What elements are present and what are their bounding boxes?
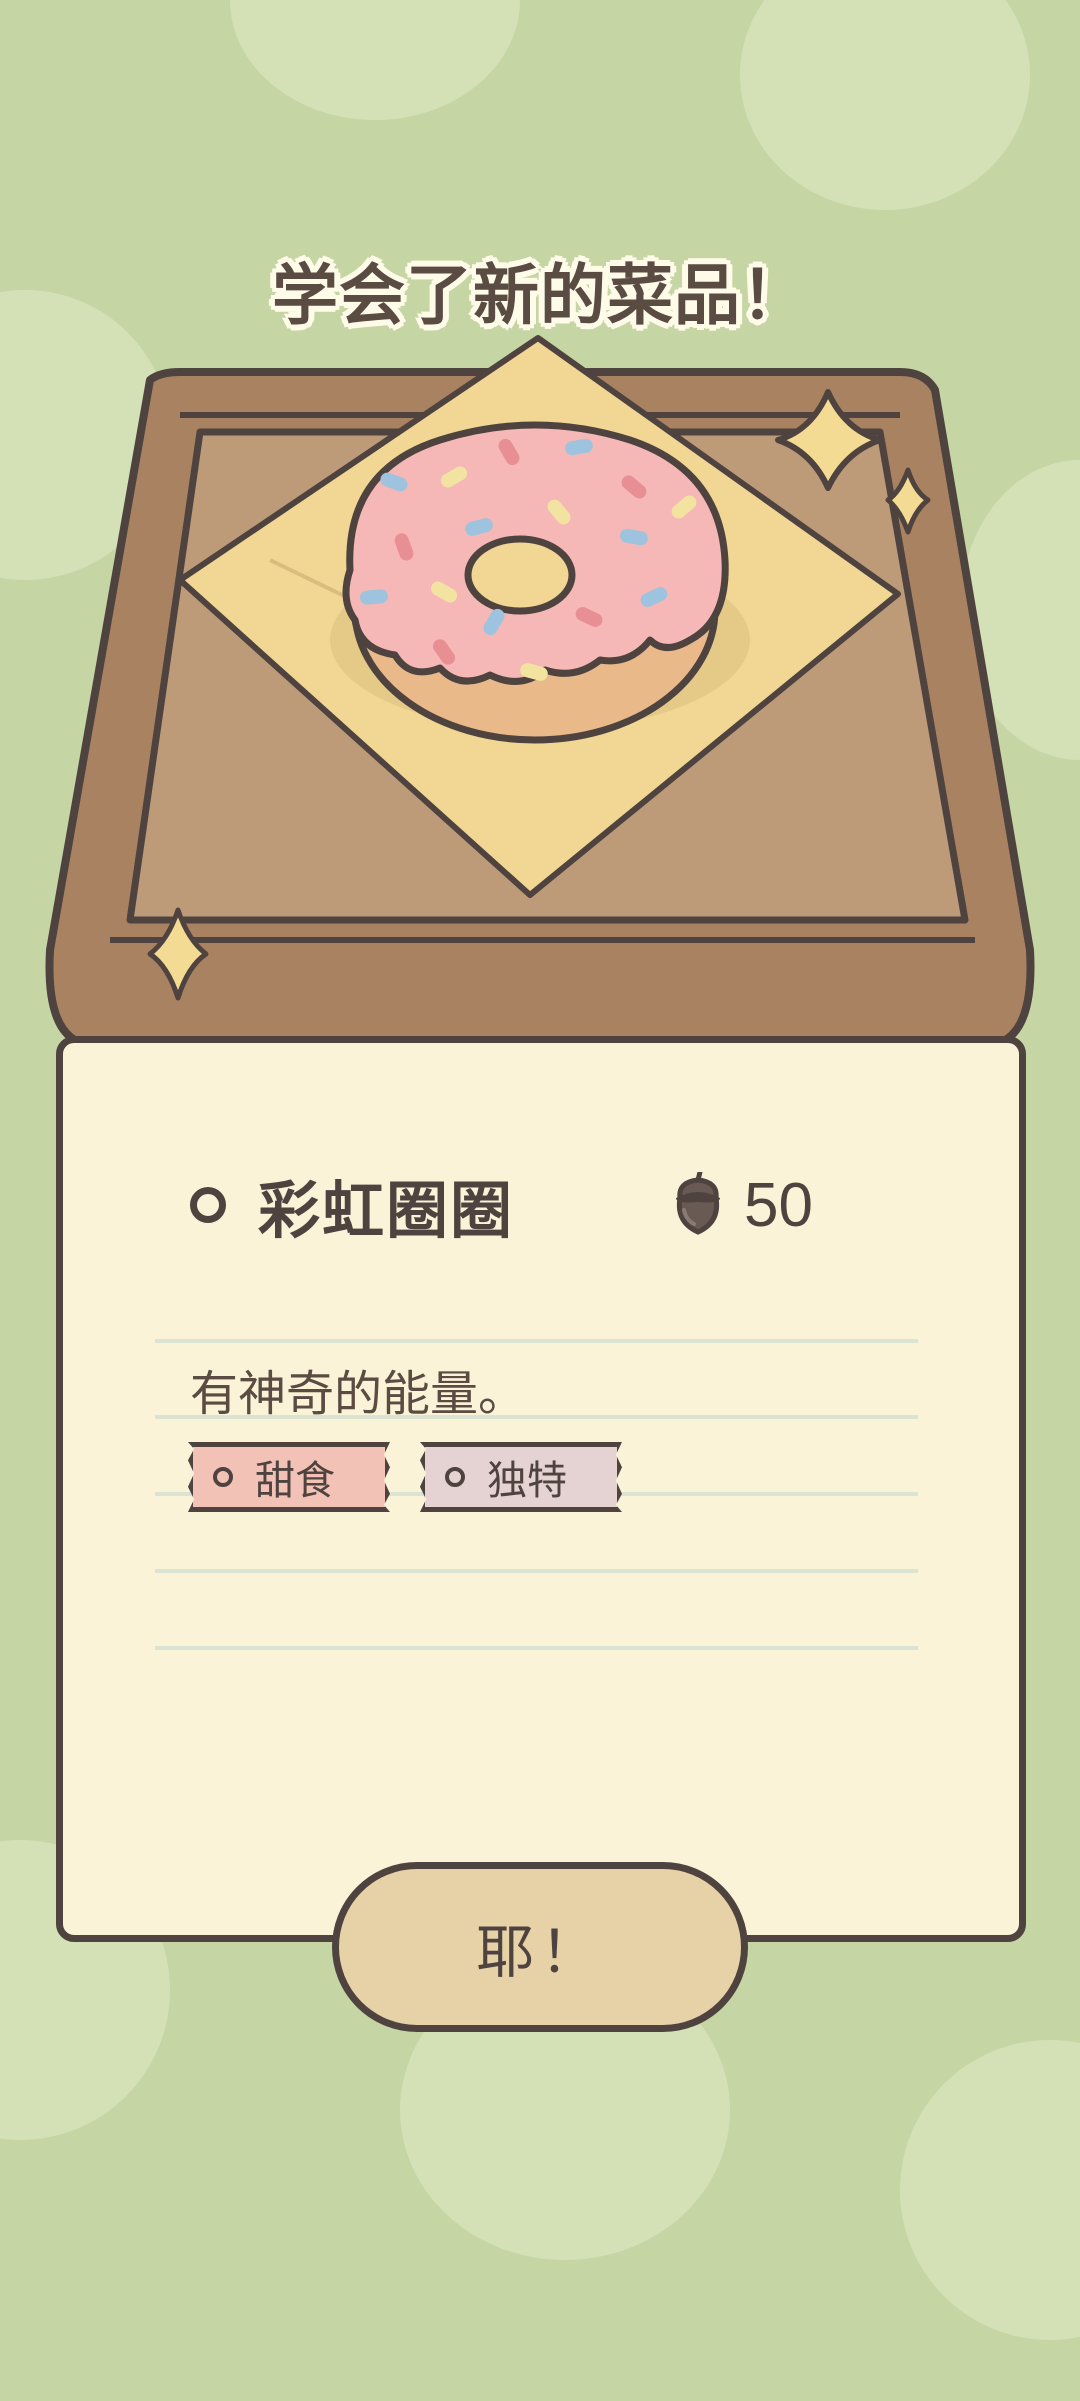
new-dish-headline: 学会了新的菜品！ xyxy=(272,257,808,334)
confirm-button[interactable]: 耶！ xyxy=(332,1862,748,2032)
bullet-icon xyxy=(445,1467,465,1487)
donut-tray-illustration xyxy=(45,335,1035,1049)
tag-sweet: 甜食 xyxy=(188,1442,390,1512)
divider-line xyxy=(155,1646,918,1650)
price-row: 50 xyxy=(670,1160,813,1250)
dish-price: 50 xyxy=(744,1170,813,1240)
acorn-icon xyxy=(676,1172,720,1235)
donut-icon xyxy=(342,421,729,744)
dish-name: 彩虹圈圈 xyxy=(258,1174,515,1247)
tag-label: 独特 xyxy=(487,1458,567,1504)
screen: 学会了新的菜品！ 彩虹圈圈 50 有神奇的能量。 甜食 独特 耶！ xyxy=(0,0,1080,2401)
confirm-button-label: 耶！ xyxy=(475,1918,604,1986)
background-blob xyxy=(900,2040,1080,2340)
dish-name-row: 彩虹圈圈 xyxy=(190,1160,514,1250)
dish-description: 有神奇的能量。 xyxy=(190,1366,527,1422)
tag-label: 甜食 xyxy=(255,1458,335,1504)
divider-line xyxy=(155,1339,918,1343)
divider-line xyxy=(155,1569,918,1573)
bullet-icon xyxy=(213,1467,233,1487)
bullet-icon xyxy=(190,1187,226,1223)
tag-unique: 独特 xyxy=(420,1442,622,1512)
